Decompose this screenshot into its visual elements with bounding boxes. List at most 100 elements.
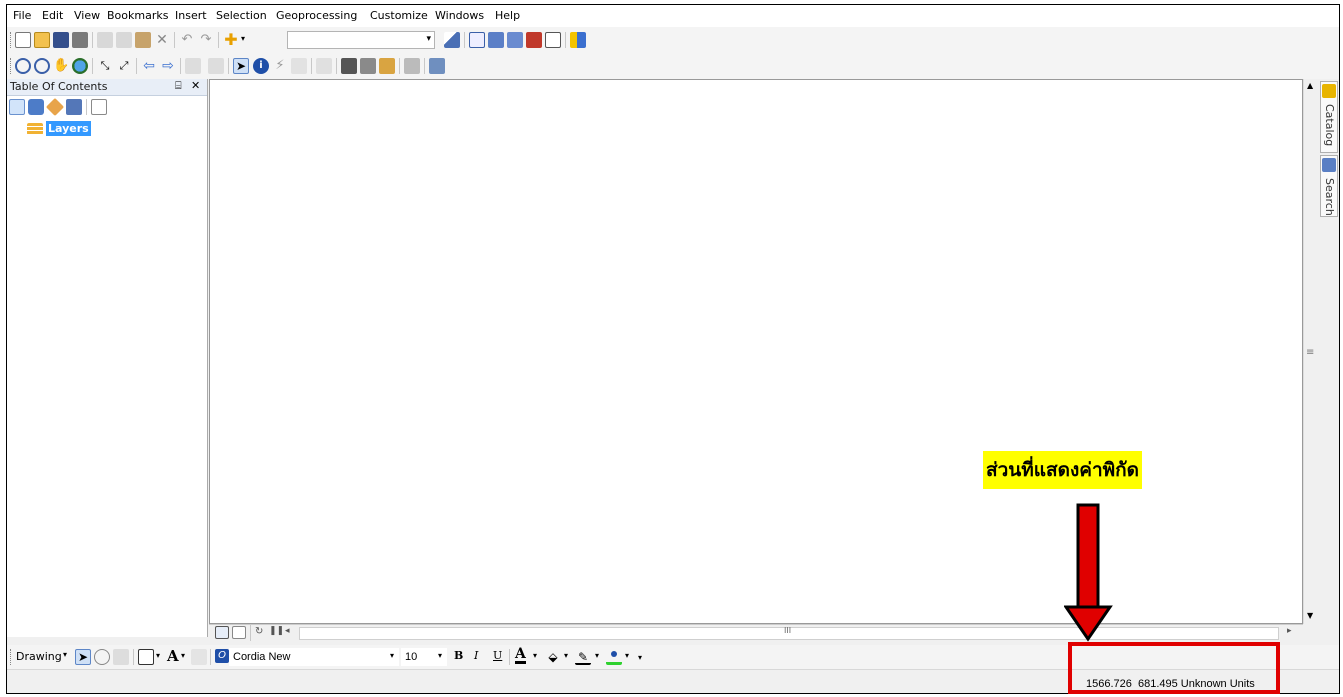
pin-icon[interactable]: ⌸ bbox=[175, 79, 182, 93]
map-display[interactable] bbox=[209, 79, 1303, 624]
viewer-icon[interactable] bbox=[429, 58, 445, 74]
add-data-dropdown-icon[interactable]: ▾ bbox=[241, 35, 249, 43]
menu-file[interactable]: File bbox=[13, 9, 31, 22]
menu-view[interactable]: View bbox=[74, 9, 100, 22]
redo-icon[interactable]: ↷ bbox=[198, 32, 214, 48]
line-color-icon[interactable]: ✎ bbox=[575, 649, 591, 665]
hscroll-grip-icon[interactable]: III bbox=[784, 626, 791, 635]
zoom-out-icon[interactable] bbox=[34, 58, 50, 74]
fill-dropdown-icon[interactable]: ▾ bbox=[564, 651, 568, 660]
zoom-in-icon[interactable] bbox=[15, 58, 31, 74]
save-icon[interactable] bbox=[53, 32, 69, 48]
map-scale-combo[interactable]: ▾ bbox=[287, 31, 435, 49]
drawing-menu[interactable]: Drawing bbox=[16, 650, 62, 663]
scroll-left-icon[interactable]: ◂ bbox=[285, 626, 290, 636]
open-icon[interactable] bbox=[34, 32, 50, 48]
menu-geoprocessing[interactable]: Geoprocessing bbox=[276, 9, 357, 22]
select-features-icon[interactable] bbox=[185, 58, 201, 74]
marker-dropdown-icon[interactable]: ▾ bbox=[625, 651, 629, 660]
drawing-dropdown-icon[interactable]: ▾ bbox=[63, 650, 67, 659]
font-color-dropdown-icon[interactable]: ▾ bbox=[533, 651, 537, 660]
full-extent-icon[interactable] bbox=[72, 58, 88, 74]
scroll-up-icon[interactable]: ▲ bbox=[1307, 81, 1313, 90]
time-slider-icon[interactable] bbox=[404, 58, 420, 74]
add-data-icon[interactable]: ✚ bbox=[223, 32, 239, 48]
rectangle-dropdown-icon[interactable]: ▾ bbox=[156, 651, 160, 660]
find-icon[interactable] bbox=[341, 58, 357, 74]
scroll-down-icon[interactable]: ▼ bbox=[1307, 611, 1313, 620]
undo-icon[interactable]: ↶ bbox=[179, 32, 195, 48]
menu-selection[interactable]: Selection bbox=[216, 9, 267, 22]
options-icon[interactable] bbox=[91, 99, 107, 115]
layout-view-icon[interactable] bbox=[232, 626, 246, 639]
delete-icon[interactable]: ✕ bbox=[154, 32, 170, 48]
text-tool-icon[interactable]: A bbox=[167, 647, 179, 665]
forward-icon[interactable]: ⇨ bbox=[160, 58, 176, 74]
font-size-combo[interactable]: 10 ▾ bbox=[401, 648, 447, 666]
list-by-drawing-order-icon[interactable] bbox=[9, 99, 25, 115]
data-view-icon[interactable] bbox=[215, 626, 229, 639]
toc-window-icon[interactable] bbox=[469, 32, 485, 48]
python-icon[interactable] bbox=[545, 32, 561, 48]
select-elements-icon[interactable]: ➤ bbox=[75, 649, 91, 665]
line-dropdown-icon[interactable]: ▾ bbox=[595, 651, 599, 660]
menu-windows[interactable]: Windows bbox=[435, 9, 484, 22]
horizontal-scrollbar[interactable]: III bbox=[299, 626, 1279, 640]
editor-icon[interactable] bbox=[444, 32, 460, 48]
measure-icon[interactable] bbox=[316, 58, 332, 74]
catalog-window-icon[interactable] bbox=[488, 32, 504, 48]
menu-bookmarks[interactable]: Bookmarks bbox=[107, 9, 168, 22]
scroll-grip-icon[interactable]: ≡ bbox=[1306, 347, 1314, 358]
close-icon[interactable]: ✕ bbox=[191, 79, 200, 92]
list-by-selection-icon[interactable] bbox=[66, 99, 82, 115]
tab-search[interactable]: Search bbox=[1320, 155, 1338, 217]
underline-button[interactable]: U bbox=[493, 649, 502, 662]
toolbar-grip[interactable] bbox=[10, 649, 13, 665]
list-by-source-icon[interactable] bbox=[28, 99, 44, 115]
toolbar-options-icon[interactable]: ▾ bbox=[638, 653, 642, 662]
arctoolbox-icon[interactable] bbox=[526, 32, 542, 48]
font-color-button[interactable]: A bbox=[515, 647, 526, 664]
scroll-right-icon[interactable]: ▸ bbox=[1287, 626, 1292, 636]
fixed-zoom-out-icon[interactable]: ⤢ bbox=[116, 58, 132, 74]
fill-color-icon[interactable]: ⬙ bbox=[545, 649, 561, 665]
bold-button[interactable]: B bbox=[454, 649, 463, 662]
clear-selection-icon[interactable] bbox=[208, 58, 224, 74]
marker-color-icon[interactable] bbox=[606, 649, 622, 665]
menu-help[interactable]: Help bbox=[495, 9, 520, 22]
copy-icon[interactable] bbox=[116, 32, 132, 48]
tab-catalog[interactable]: Catalog bbox=[1320, 81, 1338, 153]
text-dropdown-icon[interactable]: ▾ bbox=[181, 651, 185, 660]
menu-insert[interactable]: Insert bbox=[175, 9, 207, 22]
hyperlink-icon[interactable]: ⚡ bbox=[272, 58, 288, 74]
toolbar-grip[interactable] bbox=[10, 58, 13, 74]
italic-button[interactable]: I bbox=[474, 649, 478, 662]
list-by-visibility-icon[interactable] bbox=[45, 97, 65, 117]
refresh-icon[interactable]: ↻ bbox=[255, 626, 263, 637]
zoom-whole-page-icon[interactable] bbox=[113, 649, 129, 665]
modelbuilder-icon[interactable] bbox=[570, 32, 586, 48]
fixed-zoom-in-icon[interactable]: ⤡ bbox=[97, 58, 113, 74]
cut-icon[interactable] bbox=[97, 32, 113, 48]
search-window-icon[interactable] bbox=[507, 32, 523, 48]
toolbar-grip[interactable] bbox=[10, 32, 13, 48]
font-name-combo[interactable]: Cordia New ▾ bbox=[229, 648, 399, 666]
back-icon[interactable]: ⇦ bbox=[141, 58, 157, 74]
layers-root-item[interactable]: Layers bbox=[46, 121, 91, 136]
pause-icon[interactable]: ❚❚ bbox=[269, 626, 284, 636]
pan-icon[interactable]: ✋ bbox=[53, 58, 69, 74]
identify-icon[interactable]: i bbox=[253, 58, 269, 74]
select-elements-icon[interactable]: ➤ bbox=[233, 58, 249, 74]
find-route-icon[interactable] bbox=[360, 58, 376, 74]
paste-icon[interactable] bbox=[135, 32, 151, 48]
edit-vertices-icon[interactable] bbox=[191, 649, 207, 665]
rotate-icon[interactable] bbox=[94, 649, 110, 665]
html-popup-icon[interactable] bbox=[291, 58, 307, 74]
goto-xy-icon[interactable] bbox=[379, 58, 395, 74]
new-icon[interactable] bbox=[15, 32, 31, 48]
menu-edit[interactable]: Edit bbox=[42, 9, 63, 22]
vertical-scrollbar[interactable]: ▲ ≡ ▼ bbox=[1303, 79, 1318, 624]
menu-customize[interactable]: Customize bbox=[370, 9, 428, 22]
print-icon[interactable] bbox=[72, 32, 88, 48]
rectangle-icon[interactable] bbox=[138, 649, 154, 665]
